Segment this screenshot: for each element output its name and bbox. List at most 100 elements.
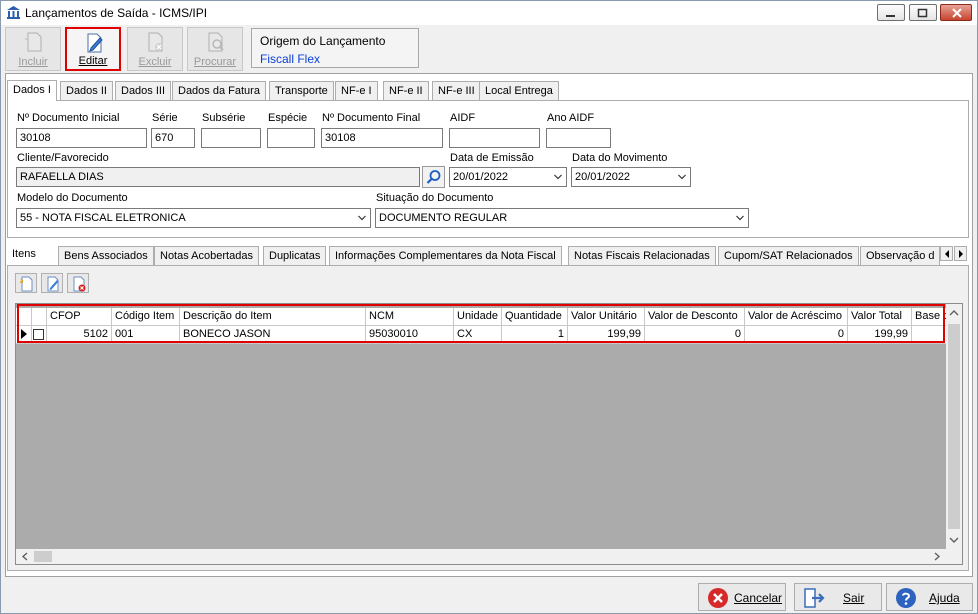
new-document-icon	[25, 32, 42, 52]
cell-total[interactable]: 199,99	[848, 326, 912, 344]
column-header-codigo[interactable]: Código Item	[112, 308, 180, 326]
tab-dados-i[interactable]: Dados I	[7, 80, 57, 101]
chevron-down-icon	[949, 537, 959, 543]
edit-document-icon	[87, 33, 103, 53]
sair-label: Sair	[843, 591, 865, 605]
cell-codigo[interactable]: 001	[112, 326, 180, 344]
delete-item-icon	[73, 276, 86, 292]
maximize-button[interactable]	[909, 4, 937, 21]
column-header-total[interactable]: Valor Total	[848, 308, 912, 326]
n-doc-final-field[interactable]: 30108	[321, 128, 443, 148]
modelo-label: Modelo do Documento	[17, 192, 128, 204]
tab-dados-ii[interactable]: Dados II	[60, 81, 113, 101]
situacao-select[interactable]: DOCUMENTO REGULAR	[375, 208, 749, 228]
column-header-desconto[interactable]: Valor de Desconto	[645, 308, 745, 326]
sair-button[interactable]: Sair	[794, 583, 882, 611]
data-movimento-picker[interactable]: 20/01/2022	[571, 167, 691, 187]
cell-valor-unitario[interactable]: 199,99	[568, 326, 645, 344]
tab-nfe-i[interactable]: NF-e I	[335, 81, 378, 101]
ano-aidf-field[interactable]	[546, 128, 611, 148]
bank-icon	[7, 6, 20, 19]
column-header-base[interactable]: Base c	[912, 308, 946, 326]
row-checkbox-cell	[32, 326, 47, 344]
column-header-ncm[interactable]: NCM	[366, 308, 454, 326]
search-document-icon	[208, 32, 224, 52]
excluir-button[interactable]: Excluir	[127, 27, 183, 71]
cell-unidade[interactable]: CX	[454, 326, 502, 344]
column-header-unidade[interactable]: Unidade	[454, 308, 502, 326]
subserie-field[interactable]	[201, 128, 261, 148]
editar-button[interactable]: Editar	[65, 27, 121, 71]
row-indicator-header	[16, 308, 32, 326]
column-header-acrescimo[interactable]: Valor de Acréscimo	[745, 308, 848, 326]
search-cliente-button[interactable]	[422, 166, 445, 188]
delete-item-button[interactable]	[67, 273, 89, 293]
tab-notas-acobertadas[interactable]: Notas Acobertadas	[154, 246, 259, 266]
especie-field[interactable]	[267, 128, 315, 148]
column-header-quantidade[interactable]: Quantidade	[502, 308, 568, 326]
tab-dados-iii[interactable]: Dados III	[115, 81, 172, 101]
tab-nfe-iii[interactable]: NF-e III	[432, 81, 481, 101]
cell-ncm[interactable]: 95030010	[366, 326, 454, 344]
data-emissao-picker[interactable]: 20/01/2022	[449, 167, 567, 187]
cliente-field[interactable]: RAFAELLA DIAS	[16, 167, 420, 187]
window-title: Lançamentos de Saída - ICMS/IPI	[25, 6, 208, 20]
horizontal-scroll-thumb[interactable]	[34, 551, 52, 562]
tab-bens-associados[interactable]: Bens Associados	[58, 246, 154, 266]
arrow-right-icon	[959, 250, 963, 258]
minimize-button[interactable]	[877, 4, 905, 21]
grid-body: CFOP Código Item Descrição do Item NCM U…	[16, 304, 946, 549]
grid-vertical-scrollbar[interactable]	[946, 304, 962, 549]
modelo-select[interactable]: 55 - NOTA FISCAL ELETRONICA	[16, 208, 371, 228]
ajuda-button[interactable]: Ajuda	[886, 583, 973, 611]
column-header-descricao[interactable]: Descrição do Item	[180, 308, 366, 326]
subserie-label: Subsérie	[202, 112, 246, 124]
cancelar-button[interactable]: Cancelar	[698, 583, 786, 611]
tab-nfe-ii[interactable]: NF-e II	[383, 81, 429, 101]
close-window-button[interactable]	[940, 4, 972, 21]
cell-descricao[interactable]: BONECO JASON	[180, 326, 366, 344]
serie-field[interactable]: 670	[151, 128, 195, 148]
aidf-field[interactable]	[449, 128, 540, 148]
serie-label: Série	[152, 112, 178, 124]
aidf-label: AIDF	[450, 112, 476, 124]
table-row[interactable]: 5102 001 BONECO JASON 95030010 CX 1 199,…	[16, 326, 946, 344]
tab-itens[interactable]: Itens	[7, 245, 41, 266]
procurar-button[interactable]: Procurar	[187, 27, 243, 71]
procurar-label: Procurar	[193, 56, 237, 68]
incluir-button[interactable]: Incluir	[5, 27, 61, 71]
edit-item-button[interactable]	[41, 273, 63, 293]
tab-notas-fiscais-relacionadas[interactable]: Notas Fiscais Relacionadas	[568, 246, 716, 266]
column-header-valor-unitario[interactable]: Valor Unitário	[568, 308, 645, 326]
tab-duplicatas[interactable]: Duplicatas	[263, 246, 327, 266]
items-grid: CFOP Código Item Descrição do Item NCM U…	[15, 303, 963, 565]
cell-quantidade[interactable]: 1	[502, 326, 568, 344]
data-emissao-label: Data de Emissão	[450, 152, 534, 164]
tabs-scroll-left[interactable]	[940, 246, 953, 261]
tab-local-entrega[interactable]: Local Entrega	[479, 81, 559, 101]
especie-label: Espécie	[268, 112, 308, 124]
add-item-button[interactable]	[15, 273, 37, 293]
checkbox-header	[32, 308, 47, 326]
row-indicator	[16, 326, 32, 344]
vertical-scroll-thumb[interactable]	[948, 324, 960, 529]
n-doc-inicial-field[interactable]: 30108	[16, 128, 147, 148]
cell-cfop[interactable]: 5102	[47, 326, 112, 344]
exit-icon	[804, 588, 825, 608]
tab-transporte[interactable]: Transporte	[269, 81, 334, 101]
cell-base[interactable]	[912, 326, 946, 344]
cell-desconto[interactable]: 0	[645, 326, 745, 344]
tab-informacoes-complementares[interactable]: Informações Complementares da Nota Fisca…	[329, 246, 562, 266]
tabs-scroll-right[interactable]	[954, 246, 967, 261]
tab-dados-fatura[interactable]: Dados da Fatura	[172, 81, 266, 101]
row-checkbox[interactable]	[33, 329, 44, 340]
cell-acrescimo[interactable]: 0	[745, 326, 848, 344]
tab-observacao[interactable]: Observação d	[860, 246, 940, 266]
chevron-left-icon	[21, 552, 28, 561]
n-doc-inicial-label: Nº Documento Inicial	[17, 112, 120, 124]
delete-document-icon	[148, 32, 163, 52]
cancelar-label: Cancelar	[734, 591, 783, 605]
grid-horizontal-scrollbar[interactable]	[16, 549, 962, 564]
column-header-cfop[interactable]: CFOP	[47, 308, 112, 326]
tab-cupom-sat[interactable]: Cupom/SAT Relacionados	[718, 246, 859, 266]
